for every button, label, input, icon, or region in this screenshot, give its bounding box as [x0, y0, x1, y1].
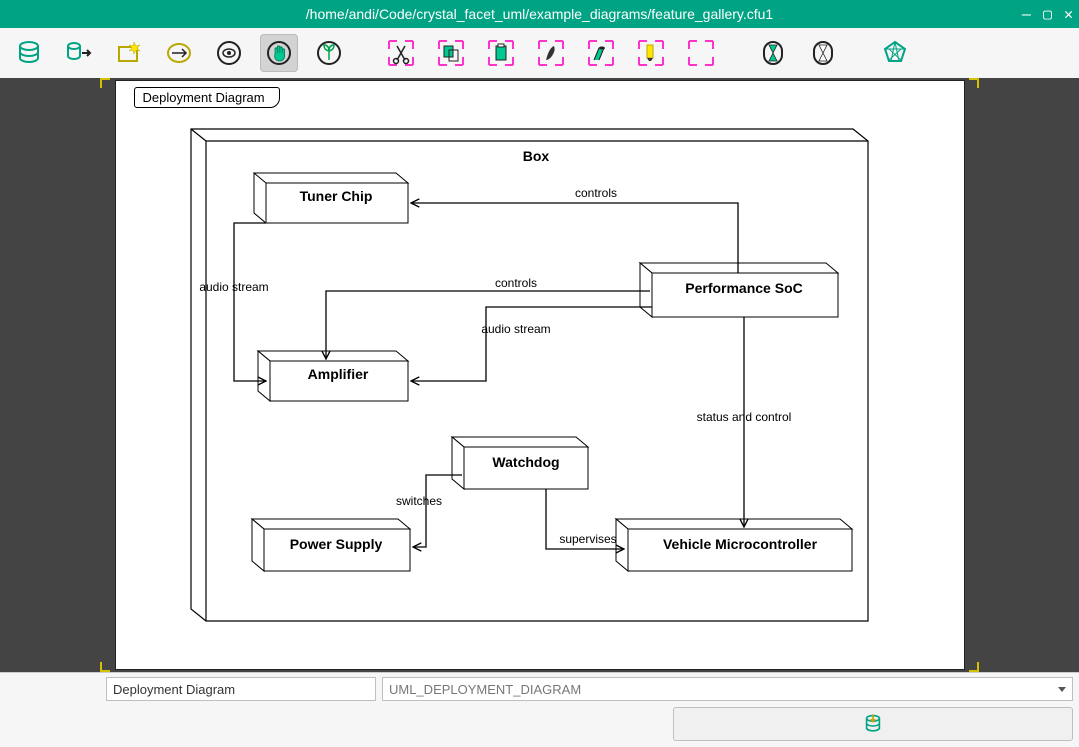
hand-icon[interactable]	[260, 34, 298, 72]
window-title: /home/andi/Code/crystal_facet_uml/exampl…	[306, 6, 773, 22]
node-soc[interactable]: Performance SoC	[640, 263, 838, 317]
type-dropdown[interactable]: UML_DEPLOYMENT_DIAGRAM	[382, 677, 1073, 701]
select-icon[interactable]	[682, 34, 720, 72]
highlight-icon[interactable]	[632, 34, 670, 72]
diagram-svg: Box Tuner Chip A	[116, 81, 964, 641]
cut-icon[interactable]	[382, 34, 420, 72]
node-watchdog[interactable]: Watchdog	[452, 437, 588, 489]
svg-text:Watchdog: Watchdog	[492, 454, 559, 470]
titlebar: /home/andi/Code/crystal_facet_uml/exampl…	[0, 0, 1079, 28]
svg-text:audio stream: audio stream	[481, 322, 550, 336]
svg-text:status and control: status and control	[696, 410, 791, 424]
node-amplifier[interactable]: Amplifier	[258, 351, 408, 401]
svg-text:controls: controls	[574, 186, 616, 200]
view-icon[interactable]	[210, 34, 248, 72]
property-panel: UML_DEPLOYMENT_DIAGRAM	[0, 672, 1079, 747]
svg-text:Power Supply: Power Supply	[289, 536, 382, 552]
undo-icon[interactable]	[754, 34, 792, 72]
maximize-button[interactable]: ▢	[1043, 5, 1052, 23]
toolbar	[0, 28, 1079, 78]
close-button[interactable]: ✕	[1064, 5, 1073, 23]
node-vmc[interactable]: Vehicle Microcontroller	[616, 519, 852, 571]
export-icon[interactable]	[60, 34, 98, 72]
svg-text:supervises: supervises	[559, 532, 616, 546]
delete-icon[interactable]	[532, 34, 570, 72]
svg-text:audio stream: audio stream	[199, 280, 268, 294]
svg-text:Vehicle Microcontroller: Vehicle Microcontroller	[662, 536, 817, 552]
save-button[interactable]	[673, 707, 1073, 741]
copy-icon[interactable]	[432, 34, 470, 72]
svg-text:Performance SoC: Performance SoC	[685, 280, 802, 296]
database-icon[interactable]	[10, 34, 48, 72]
paste-icon[interactable]	[482, 34, 520, 72]
minimize-button[interactable]: —	[1022, 5, 1031, 23]
canvas-area[interactable]: Deployment Diagram Box	[0, 78, 1079, 672]
new-icon[interactable]	[110, 34, 148, 72]
window-controls: — ▢ ✕	[1022, 0, 1073, 28]
redo-icon[interactable]	[804, 34, 842, 72]
about-icon[interactable]	[876, 34, 914, 72]
instantiate-icon[interactable]	[582, 34, 620, 72]
svg-text:controls: controls	[494, 276, 536, 290]
plant-icon[interactable]	[310, 34, 348, 72]
node-power[interactable]: Power Supply	[252, 519, 410, 571]
chevron-down-icon	[1058, 687, 1066, 692]
open-icon[interactable]	[160, 34, 198, 72]
type-value: UML_DEPLOYMENT_DIAGRAM	[389, 682, 581, 697]
svg-text:Tuner Chip: Tuner Chip	[299, 188, 372, 204]
container-label: Box	[522, 148, 549, 164]
node-tuner[interactable]: Tuner Chip	[254, 173, 408, 223]
diagram-paper[interactable]: Deployment Diagram Box	[116, 81, 964, 669]
svg-text:switches: switches	[396, 494, 442, 508]
name-field[interactable]	[106, 677, 376, 701]
svg-text:Amplifier: Amplifier	[307, 366, 368, 382]
